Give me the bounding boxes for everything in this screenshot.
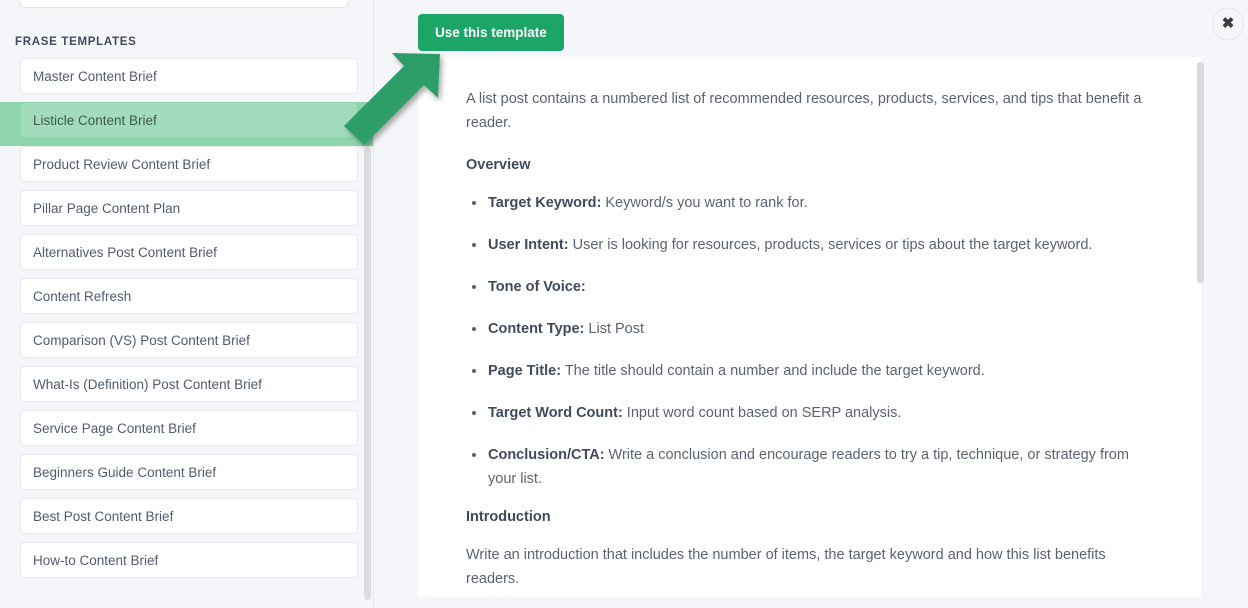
template-list-item[interactable]: Content Refresh [0,278,374,322]
template-list-item[interactable]: Listicle Content Brief [0,102,374,146]
template-list-item-label: Comparison (VS) Post Content Brief [20,322,358,358]
template-list-item[interactable]: Pillar Page Content Plan [0,190,374,234]
overview-heading: Overview [466,157,1161,173]
template-list-item-label: Content Refresh [20,278,358,314]
overview-bullet-term: Page Title: [488,363,561,379]
sidebar-scrollbar-thumb[interactable] [364,148,371,600]
partial-template-card-above[interactable] [20,0,348,8]
overview-bullet-term: Conclusion/CTA: [488,447,605,463]
template-list-item-label: Master Content Brief [20,58,358,94]
overview-bullet-item: Target Keyword: Keyword/s you want to ra… [466,191,1161,215]
overview-bullet-term: User Intent: [488,237,569,253]
intro-paragraph: A list post contains a numbered list of … [466,87,1161,135]
overview-bullet-term: Target Keyword: [488,195,601,211]
template-list-item-label: Beginners Guide Content Brief [20,454,358,490]
template-list-item-label: How-to Content Brief [20,542,358,578]
template-list-item[interactable]: Product Review Content Brief [0,146,374,190]
introduction-heading: Introduction [466,509,1161,525]
template-list-item-label: Best Post Content Brief [20,498,358,534]
use-this-template-button[interactable]: Use this template [418,14,564,51]
overview-bullet-text: Keyword/s you want to rank for. [601,195,807,211]
template-list-item-label: Pillar Page Content Plan [20,190,358,226]
template-list-item-label: Service Page Content Brief [20,410,358,446]
template-list-item[interactable]: Master Content Brief [0,58,374,102]
template-list-item[interactable]: Best Post Content Brief [0,498,374,542]
document-scrollbar-thumb[interactable] [1197,62,1204,283]
template-list-item[interactable]: Beginners Guide Content Brief [0,454,374,498]
overview-bullet-text: Input word count based on SERP analysis. [623,405,902,421]
templates-sidebar: FRASE TEMPLATES Master Content Brief List… [0,0,374,608]
template-picker-modal: FRASE TEMPLATES Master Content Brief List… [0,0,1248,608]
template-document-content: A list post contains a numbered list of … [418,57,1201,597]
template-list-item[interactable]: What-Is (Definition) Post Content Brief [0,366,374,410]
overview-bullet-item: Content Type: List Post [466,317,1161,341]
overview-bullet-item: Tone of Voice: [466,275,1161,299]
template-list: Master Content Brief Listicle Content Bri… [0,58,374,586]
close-icon[interactable]: ✖ [1212,8,1244,40]
section-label-frase-templates: FRASE TEMPLATES [15,36,136,48]
template-document-panel: A list post contains a numbered list of … [418,57,1201,597]
template-list-item-label: Alternatives Post Content Brief [20,234,358,270]
template-list-item-label: Listicle Content Brief [20,102,358,138]
overview-bullet-text: The title should contain a number and in… [561,363,985,379]
overview-bullet-item: Conclusion/CTA: Write a conclusion and e… [466,443,1161,491]
overview-bullet-term: Tone of Voice: [488,279,586,295]
template-list-item[interactable]: Alternatives Post Content Brief [0,234,374,278]
overview-bullet-text: List Post [584,321,644,337]
template-list-item-label: Product Review Content Brief [20,146,358,182]
overview-bullet-item: Target Word Count: Input word count base… [466,401,1161,425]
template-list-item[interactable]: Comparison (VS) Post Content Brief [0,322,374,366]
overview-bullet-item: Page Title: The title should contain a n… [466,359,1161,383]
template-list-item-label: What-Is (Definition) Post Content Brief [20,366,358,402]
introduction-paragraph: Write an introduction that includes the … [466,543,1161,591]
template-list-item[interactable]: How-to Content Brief [0,542,374,586]
template-list-item[interactable]: Service Page Content Brief [0,410,374,454]
overview-bullet-term: Target Word Count: [488,405,623,421]
overview-bullet-list: Target Keyword: Keyword/s you want to ra… [466,191,1161,491]
overview-bullet-term: Content Type: [488,321,584,337]
overview-bullet-item: User Intent: User is looking for resourc… [466,233,1161,257]
template-preview-pane: Use this template ✖ A list post contains… [374,0,1248,608]
overview-bullet-text: User is looking for resources, products,… [569,237,1093,253]
